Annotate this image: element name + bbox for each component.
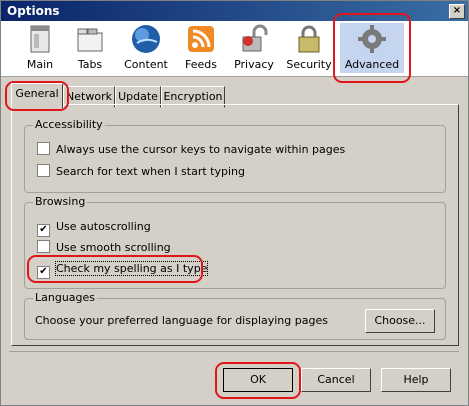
toolbar-content[interactable]: Content: [123, 23, 169, 73]
search-typing-checkbox[interactable]: [37, 164, 50, 177]
toolbar-main-label: Main: [26, 58, 54, 71]
help-button[interactable]: Help: [381, 368, 451, 392]
toolbar-tabs-label: Tabs: [77, 58, 103, 71]
cursor-keys-label: Always use the cursor keys to navigate w…: [56, 143, 346, 156]
advanced-highlight-outline: [333, 13, 411, 83]
browsing-group-title: Browsing: [33, 195, 88, 208]
spellcheck-highlight-outline: [27, 255, 203, 283]
cursor-keys-option[interactable]: Always use the cursor keys to navigate w…: [37, 142, 345, 158]
cursor-keys-checkbox[interactable]: [37, 142, 50, 155]
main-window-icon: [24, 23, 56, 55]
choose-languages-button[interactable]: Choose...: [365, 309, 435, 333]
options-dialog: Options × Main Tabs Content Feeds Privac…: [0, 0, 469, 406]
toolbar-privacy[interactable]: Privacy: [233, 23, 275, 73]
autoscrolling-label: Use autoscrolling: [56, 220, 151, 233]
search-typing-label: Search for text when I start typing: [56, 165, 245, 178]
toolbar-content-label: Content: [124, 58, 168, 71]
languages-description: Choose your preferred language for displ…: [35, 314, 328, 327]
globe-icon: [130, 23, 162, 55]
tabs-icon: [74, 23, 106, 55]
security-padlock-icon: [293, 23, 325, 55]
button-separator: [9, 351, 459, 352]
smooth-scrolling-checkbox[interactable]: [37, 240, 50, 253]
ok-highlight-outline: [215, 362, 301, 399]
privacy-lock-icon: [238, 23, 270, 55]
cancel-button[interactable]: Cancel: [301, 368, 371, 392]
smooth-scrolling-label: Use smooth scrolling: [56, 241, 171, 254]
languages-group-title: Languages: [33, 291, 98, 304]
toolbar-security-label: Security: [286, 58, 332, 71]
toolbar-security[interactable]: Security: [286, 23, 332, 73]
general-tab-panel: Accessibility Always use the cursor keys…: [11, 104, 459, 346]
tab-general[interactable]: General: [11, 83, 63, 108]
rss-feed-icon: [185, 23, 217, 55]
autoscrolling-option[interactable]: ✔ Use autoscrolling: [37, 219, 151, 237]
toolbar-feeds-label: Feeds: [185, 58, 217, 71]
autoscrolling-checkbox[interactable]: ✔: [37, 224, 50, 237]
close-button[interactable]: ×: [449, 4, 465, 19]
toolbar-main[interactable]: Main: [21, 23, 59, 73]
toolbar-privacy-label: Privacy: [234, 58, 274, 71]
accessibility-group: Accessibility Always use the cursor keys…: [24, 118, 446, 193]
window-title: Options: [7, 4, 60, 18]
toolbar-tabs[interactable]: Tabs: [71, 23, 109, 73]
toolbar-feeds[interactable]: Feeds: [181, 23, 221, 73]
accessibility-group-title: Accessibility: [33, 118, 105, 131]
smooth-scrolling-option[interactable]: Use smooth scrolling: [37, 240, 171, 256]
languages-group: Languages Choose your preferred language…: [24, 291, 446, 340]
search-typing-option[interactable]: Search for text when I start typing: [37, 164, 245, 180]
